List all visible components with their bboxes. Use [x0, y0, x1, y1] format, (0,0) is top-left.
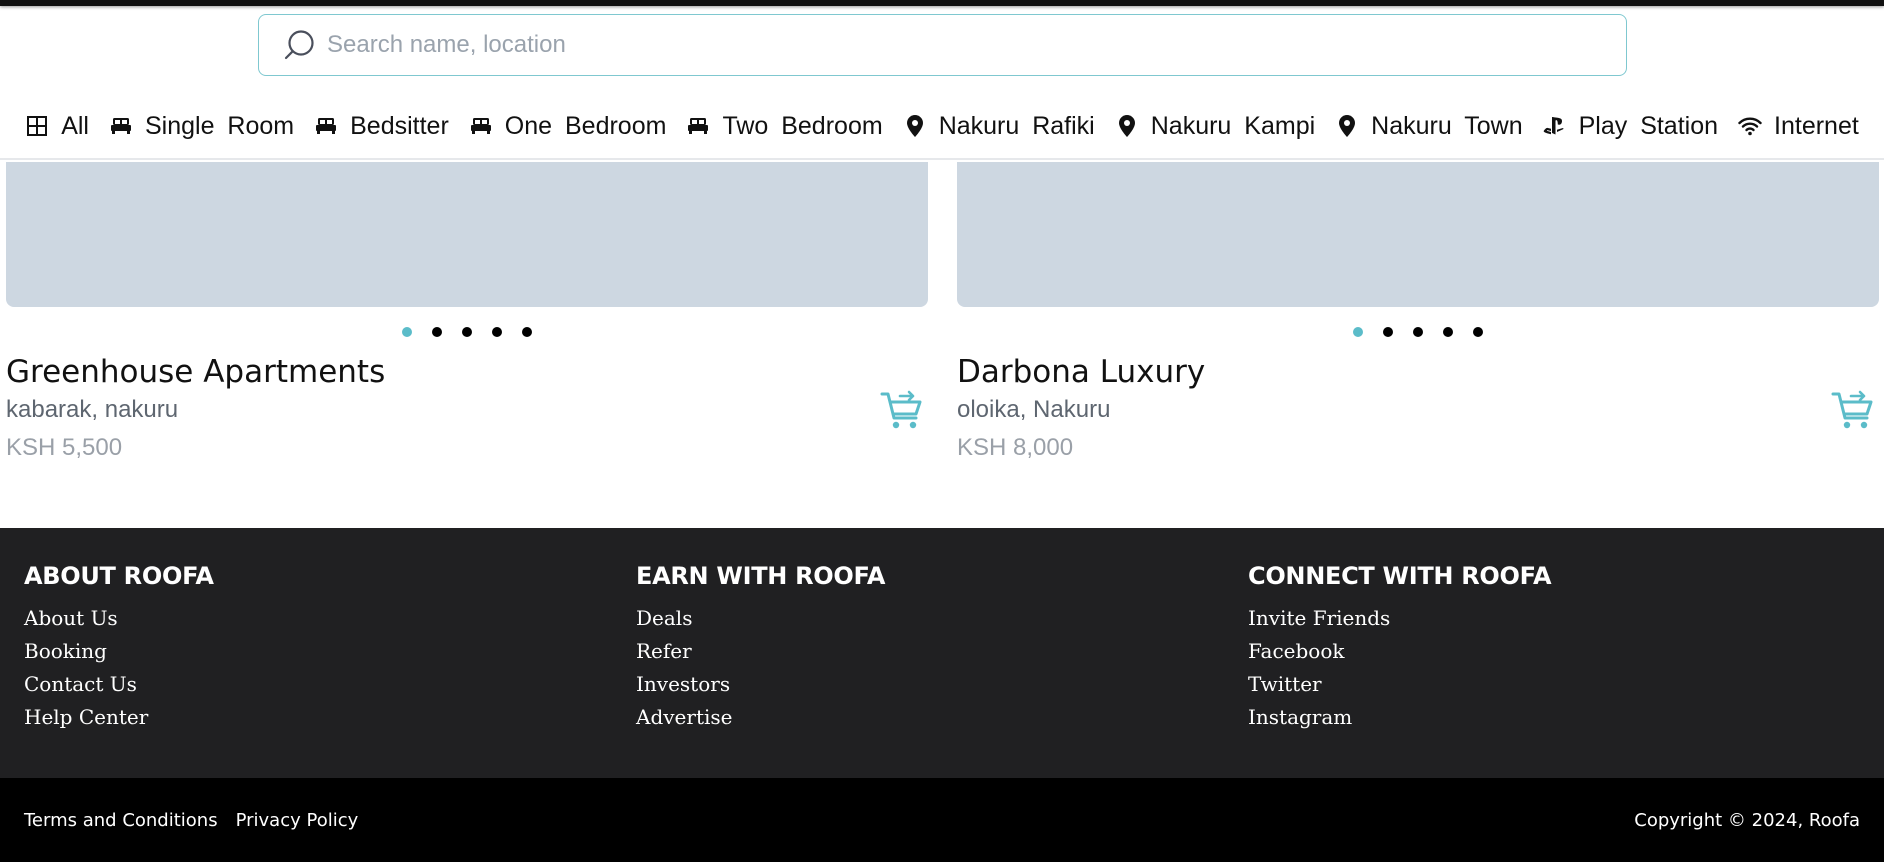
search-bar[interactable] — [258, 14, 1627, 76]
category-nakuru-rafiki[interactable]: Nakuru Rafiki — [893, 112, 1105, 141]
category-nakuru-kampi[interactable]: Nakuru Kampi — [1105, 112, 1325, 141]
category-label: Nakuru Kampi — [1150, 111, 1316, 140]
footer-heading: CONNECT WITH ROOFA — [1248, 562, 1552, 590]
bed-icon — [109, 114, 133, 138]
category-filter-bar: All Single Room Bedsitter One Bedroom Tw… — [0, 94, 1884, 160]
footer-link-deals[interactable]: Deals — [636, 602, 885, 635]
category-label: Single Room — [144, 111, 295, 140]
top-bar — [0, 0, 1884, 6]
playstation-icon — [1543, 114, 1567, 138]
listing-location: oloika, Nakuru — [957, 396, 1111, 423]
carousel-dot[interactable] — [1413, 327, 1423, 337]
bed-icon — [469, 114, 493, 138]
footer-link-advertise[interactable]: Advertise — [636, 701, 885, 734]
bed-icon — [314, 114, 338, 138]
category-bedsitter[interactable]: Bedsitter — [304, 112, 459, 141]
footer-heading: EARN WITH ROOFA — [636, 562, 886, 590]
footer-column-connect: CONNECT WITH ROOFA Invite Friends Facebo… — [1248, 562, 1552, 734]
category-internet[interactable]: Internet — [1728, 112, 1869, 141]
category-label: Two Bedroom — [722, 111, 883, 140]
listing-card[interactable]: Greenhouse Apartments kabarak, nakuru KS… — [6, 162, 928, 462]
listing-location: kabarak, nakuru — [6, 396, 179, 423]
grid-icon — [25, 114, 49, 138]
footer-heading: ABOUT ROOFA — [24, 562, 214, 590]
bed-icon — [686, 114, 710, 138]
category-label: Internet — [1774, 111, 1859, 140]
bottom-bar: Terms and Conditions Privacy Policy Copy… — [0, 778, 1884, 862]
category-play-station[interactable]: Play Station — [1533, 112, 1728, 141]
category-label: Nakuru Rafiki — [938, 111, 1095, 140]
footer-link-twitter[interactable]: Twitter — [1248, 668, 1551, 701]
listing-card[interactable]: Darbona Luxury oloika, Nakuru KSH 8,000 — [957, 162, 1879, 462]
copyright-text: Copyright © 2024, Roofa — [1634, 809, 1860, 831]
footer-link-refer[interactable]: Refer — [636, 635, 885, 668]
add-to-cart-icon[interactable] — [880, 388, 924, 432]
search-icon — [283, 26, 321, 64]
carousel-dots — [6, 327, 928, 337]
footer-column-earn: EARN WITH ROOFA Deals Refer Investors Ad… — [636, 562, 885, 734]
category-label: Bedsitter — [350, 111, 449, 140]
category-label: All — [61, 111, 89, 140]
category-all[interactable]: All — [15, 112, 99, 141]
carousel-dot[interactable] — [402, 327, 412, 337]
terms-link[interactable]: Terms and Conditions — [24, 810, 218, 831]
listing-price: KSH 5,500 — [6, 434, 123, 461]
footer-link-about-us[interactable]: About Us — [24, 602, 214, 635]
map-pin-icon — [903, 114, 927, 138]
footer-link-instagram[interactable]: Instagram — [1248, 701, 1551, 734]
footer-link-help-center[interactable]: Help Center — [24, 701, 214, 734]
listing-image[interactable] — [6, 162, 928, 307]
carousel-dot[interactable] — [1473, 327, 1483, 337]
carousel-dot[interactable] — [1353, 327, 1363, 337]
map-pin-icon — [1115, 114, 1139, 138]
footer-link-investors[interactable]: Investors — [636, 668, 885, 701]
map-pin-icon — [1335, 114, 1359, 138]
carousel-dots — [957, 327, 1879, 337]
category-single-room[interactable]: Single Room — [99, 112, 304, 141]
listing-title[interactable]: Darbona Luxury — [957, 354, 1879, 390]
carousel-dot[interactable] — [522, 327, 532, 337]
site-footer: ABOUT ROOFA About Us Booking Contact Us … — [0, 528, 1884, 778]
search-input[interactable] — [327, 15, 1626, 75]
carousel-dot[interactable] — [492, 327, 502, 337]
carousel-dot[interactable] — [1383, 327, 1393, 337]
carousel-dot[interactable] — [462, 327, 472, 337]
category-one-bedroom[interactable]: One Bedroom — [459, 112, 677, 141]
footer-link-booking[interactable]: Booking — [24, 635, 214, 668]
add-to-cart-icon[interactable] — [1831, 388, 1875, 432]
carousel-dot[interactable] — [1443, 327, 1453, 337]
category-label: One Bedroom — [504, 111, 667, 140]
footer-link-contact-us[interactable]: Contact Us — [24, 668, 214, 701]
footer-column-about: ABOUT ROOFA About Us Booking Contact Us … — [24, 562, 214, 734]
footer-link-facebook[interactable]: Facebook — [1248, 635, 1551, 668]
listing-image[interactable] — [957, 162, 1879, 307]
footer-link-invite-friends[interactable]: Invite Friends — [1248, 602, 1551, 635]
listing-title[interactable]: Greenhouse Apartments — [6, 354, 928, 390]
wifi-icon — [1738, 114, 1762, 138]
category-label: Play Station — [1578, 111, 1719, 140]
privacy-link[interactable]: Privacy Policy — [236, 810, 359, 831]
carousel-dot[interactable] — [432, 327, 442, 337]
listing-price: KSH 8,000 — [957, 434, 1074, 461]
category-nakuru-town[interactable]: Nakuru Town — [1325, 112, 1532, 141]
category-two-bedroom[interactable]: Two Bedroom — [676, 112, 892, 141]
category-label: Nakuru Town — [1371, 111, 1523, 140]
